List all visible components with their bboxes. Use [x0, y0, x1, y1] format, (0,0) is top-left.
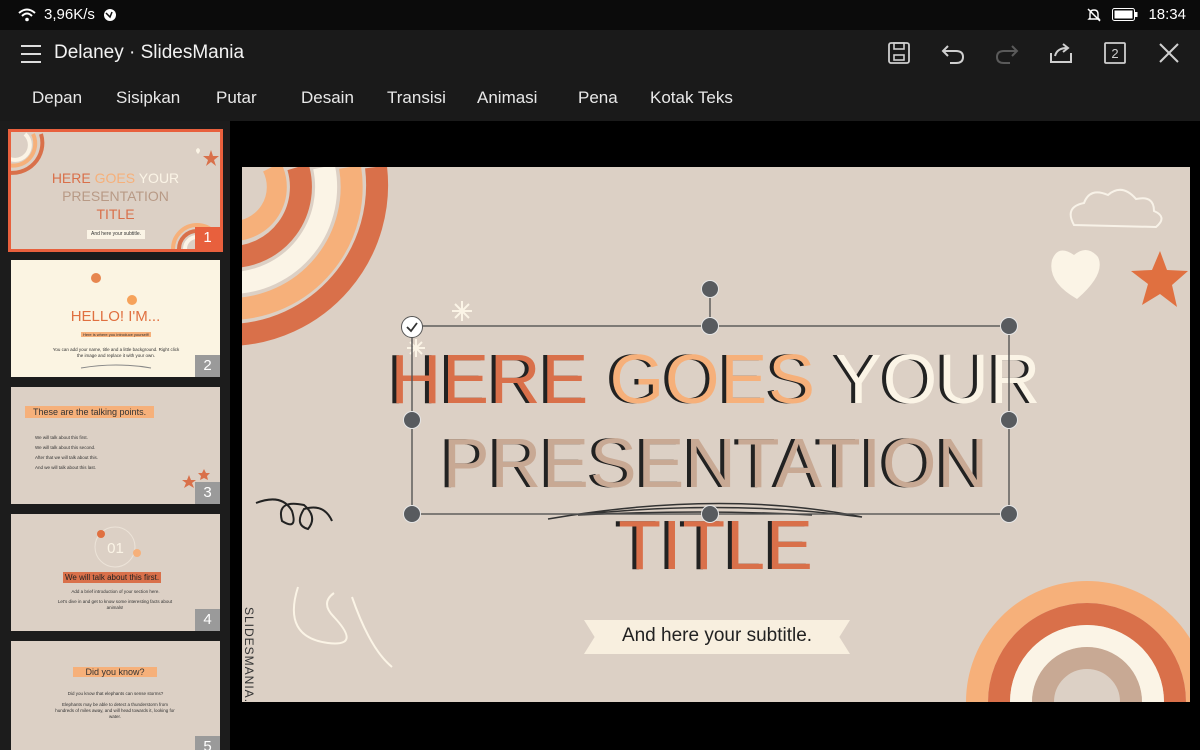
star-decoration	[1131, 251, 1188, 307]
cloud-decoration	[1069, 188, 1163, 229]
thumb5-title: Did you know?	[73, 667, 157, 677]
thumb2-intro: Here is where you introduce yourself!	[81, 332, 151, 337]
tab-animasi[interactable]: Animasi	[477, 88, 537, 108]
thumb1-title-line3: TITLE	[96, 206, 135, 222]
close-icon	[1159, 43, 1179, 63]
tab-depan[interactable]: Depan	[32, 88, 82, 108]
slide-number-2: 2	[195, 355, 220, 377]
share-button[interactable]	[1046, 38, 1076, 68]
resize-handle-top-right[interactable]	[1000, 317, 1018, 335]
slide-subtitle: And here your subtitle.	[621, 625, 813, 646]
tab-pena[interactable]: Pena	[578, 88, 618, 108]
slide-title-line1: HERE GOES YOUR	[242, 339, 1190, 419]
page-count: 2	[1111, 45, 1119, 61]
slidesmania-watermark: SLIDESMANIA.CO	[242, 607, 256, 702]
slide-number-5: 5	[195, 736, 220, 750]
resize-handle-middle-left[interactable]	[403, 411, 421, 429]
save-icon	[888, 42, 910, 64]
undo-button[interactable]	[938, 38, 968, 68]
heart-decoration	[1051, 249, 1100, 299]
share-icon	[1050, 43, 1072, 63]
thumb1-subtitle: And here your subtitle.	[87, 230, 145, 239]
redo-button[interactable]	[992, 38, 1022, 68]
slide-thumbnail-panel[interactable]: HERE GOES YOUR PRESENTATION TITLE And he…	[0, 121, 230, 750]
thumb5-line2: Elephants may be able to detect a thunde…	[55, 702, 175, 719]
thumb1-title-word2: GOES	[94, 170, 136, 186]
slide-canvas[interactable]: HERE GOES YOUR PRESENTATION TITLE And he…	[230, 121, 1200, 750]
tab-sisipkan[interactable]: Sisipkan	[116, 88, 180, 108]
star-decoration	[182, 469, 210, 488]
title-word-goes: GOES	[609, 340, 816, 418]
tab-kotak-teks[interactable]: Kotak Teks	[650, 88, 733, 108]
slide-number-3: 3	[195, 482, 220, 504]
resize-handle-top-middle[interactable]	[701, 317, 719, 335]
slide-thumbnail-2[interactable]: HELLO! I'M... Here is where you introduc…	[11, 260, 220, 377]
slide-title-line2: PRESENTATION	[442, 424, 990, 502]
thumb4-line1: Add a brief introduction of your section…	[71, 589, 160, 594]
slide-thumbnail-3[interactable]: These are the talking points. We will ta…	[11, 387, 220, 504]
tab-desain[interactable]: Desain	[301, 88, 354, 108]
slide-number-4: 4	[195, 609, 220, 631]
save-button[interactable]	[884, 38, 914, 68]
thumb1-title-word3: YOUR	[138, 170, 180, 186]
redo-icon	[995, 45, 1019, 64]
slide-thumbnail-5[interactable]: Did you know? Did you know that elephant…	[11, 641, 220, 750]
thumb4-title: We will talk about this first.	[63, 572, 162, 583]
checkmark-icon	[406, 322, 418, 333]
current-slide[interactable]: HERE GOES YOUR PRESENTATION TITLE And he…	[242, 167, 1190, 702]
rotate-handle[interactable]	[701, 280, 719, 298]
app-bar: Delaney · SlidesMania 2	[0, 30, 1200, 78]
title-word-here: HERE	[390, 340, 590, 418]
undo-icon	[941, 45, 965, 64]
close-button[interactable]	[1154, 38, 1184, 68]
thumb5-line1: Did you know that elephants can sense st…	[67, 691, 164, 696]
thumb2-title: HELLO! I'M...	[70, 308, 161, 325]
document-title: Delaney · SlidesMania	[54, 42, 245, 63]
ribbon-tabs: Depan Sisipkan Putar Desain Transisi Ani…	[0, 78, 1200, 121]
thumb2-body: You can add your name, title and a littl…	[52, 347, 180, 358]
status-bar: 3,96K/s 18:34	[0, 0, 1200, 30]
network-speed: 3,96K/s	[44, 6, 95, 23]
page-count-button[interactable]: 2	[1100, 38, 1130, 68]
clock: 18:34	[1148, 6, 1186, 23]
checkmark-handle[interactable]	[401, 316, 423, 338]
menu-icon[interactable]	[20, 41, 42, 67]
wifi-icon	[18, 8, 36, 21]
thumb1-title-line2: PRESENTATION	[62, 188, 169, 204]
tab-transisi[interactable]: Transisi	[387, 88, 446, 108]
tab-putar[interactable]: Putar	[216, 88, 257, 108]
battery-icon	[1112, 8, 1138, 21]
mute-bell-icon	[1087, 7, 1102, 22]
resize-handle-middle-right[interactable]	[1000, 411, 1018, 429]
resize-handle-bottom-left[interactable]	[403, 505, 421, 523]
title-word-your: YOUR	[835, 340, 1042, 418]
slide-thumbnail-1[interactable]: HERE GOES YOUR PRESENTATION TITLE And he…	[8, 129, 223, 252]
vpn-globe-icon	[103, 8, 116, 21]
thumb4-line2: Let's dive in and get to know some inter…	[57, 599, 173, 610]
thumb1-title-word1: HERE	[51, 170, 91, 186]
slide-thumbnail-4[interactable]: 01 We will talk about this first. Add a …	[11, 514, 220, 631]
resize-handle-bottom-right[interactable]	[1000, 505, 1018, 523]
sparkle-decoration	[452, 301, 472, 321]
swirl-decoration	[292, 586, 393, 668]
resize-handle-bottom-middle[interactable]	[701, 505, 719, 523]
slide-number-1: 1	[195, 227, 220, 249]
thumb4-section-number: 01	[107, 540, 124, 557]
